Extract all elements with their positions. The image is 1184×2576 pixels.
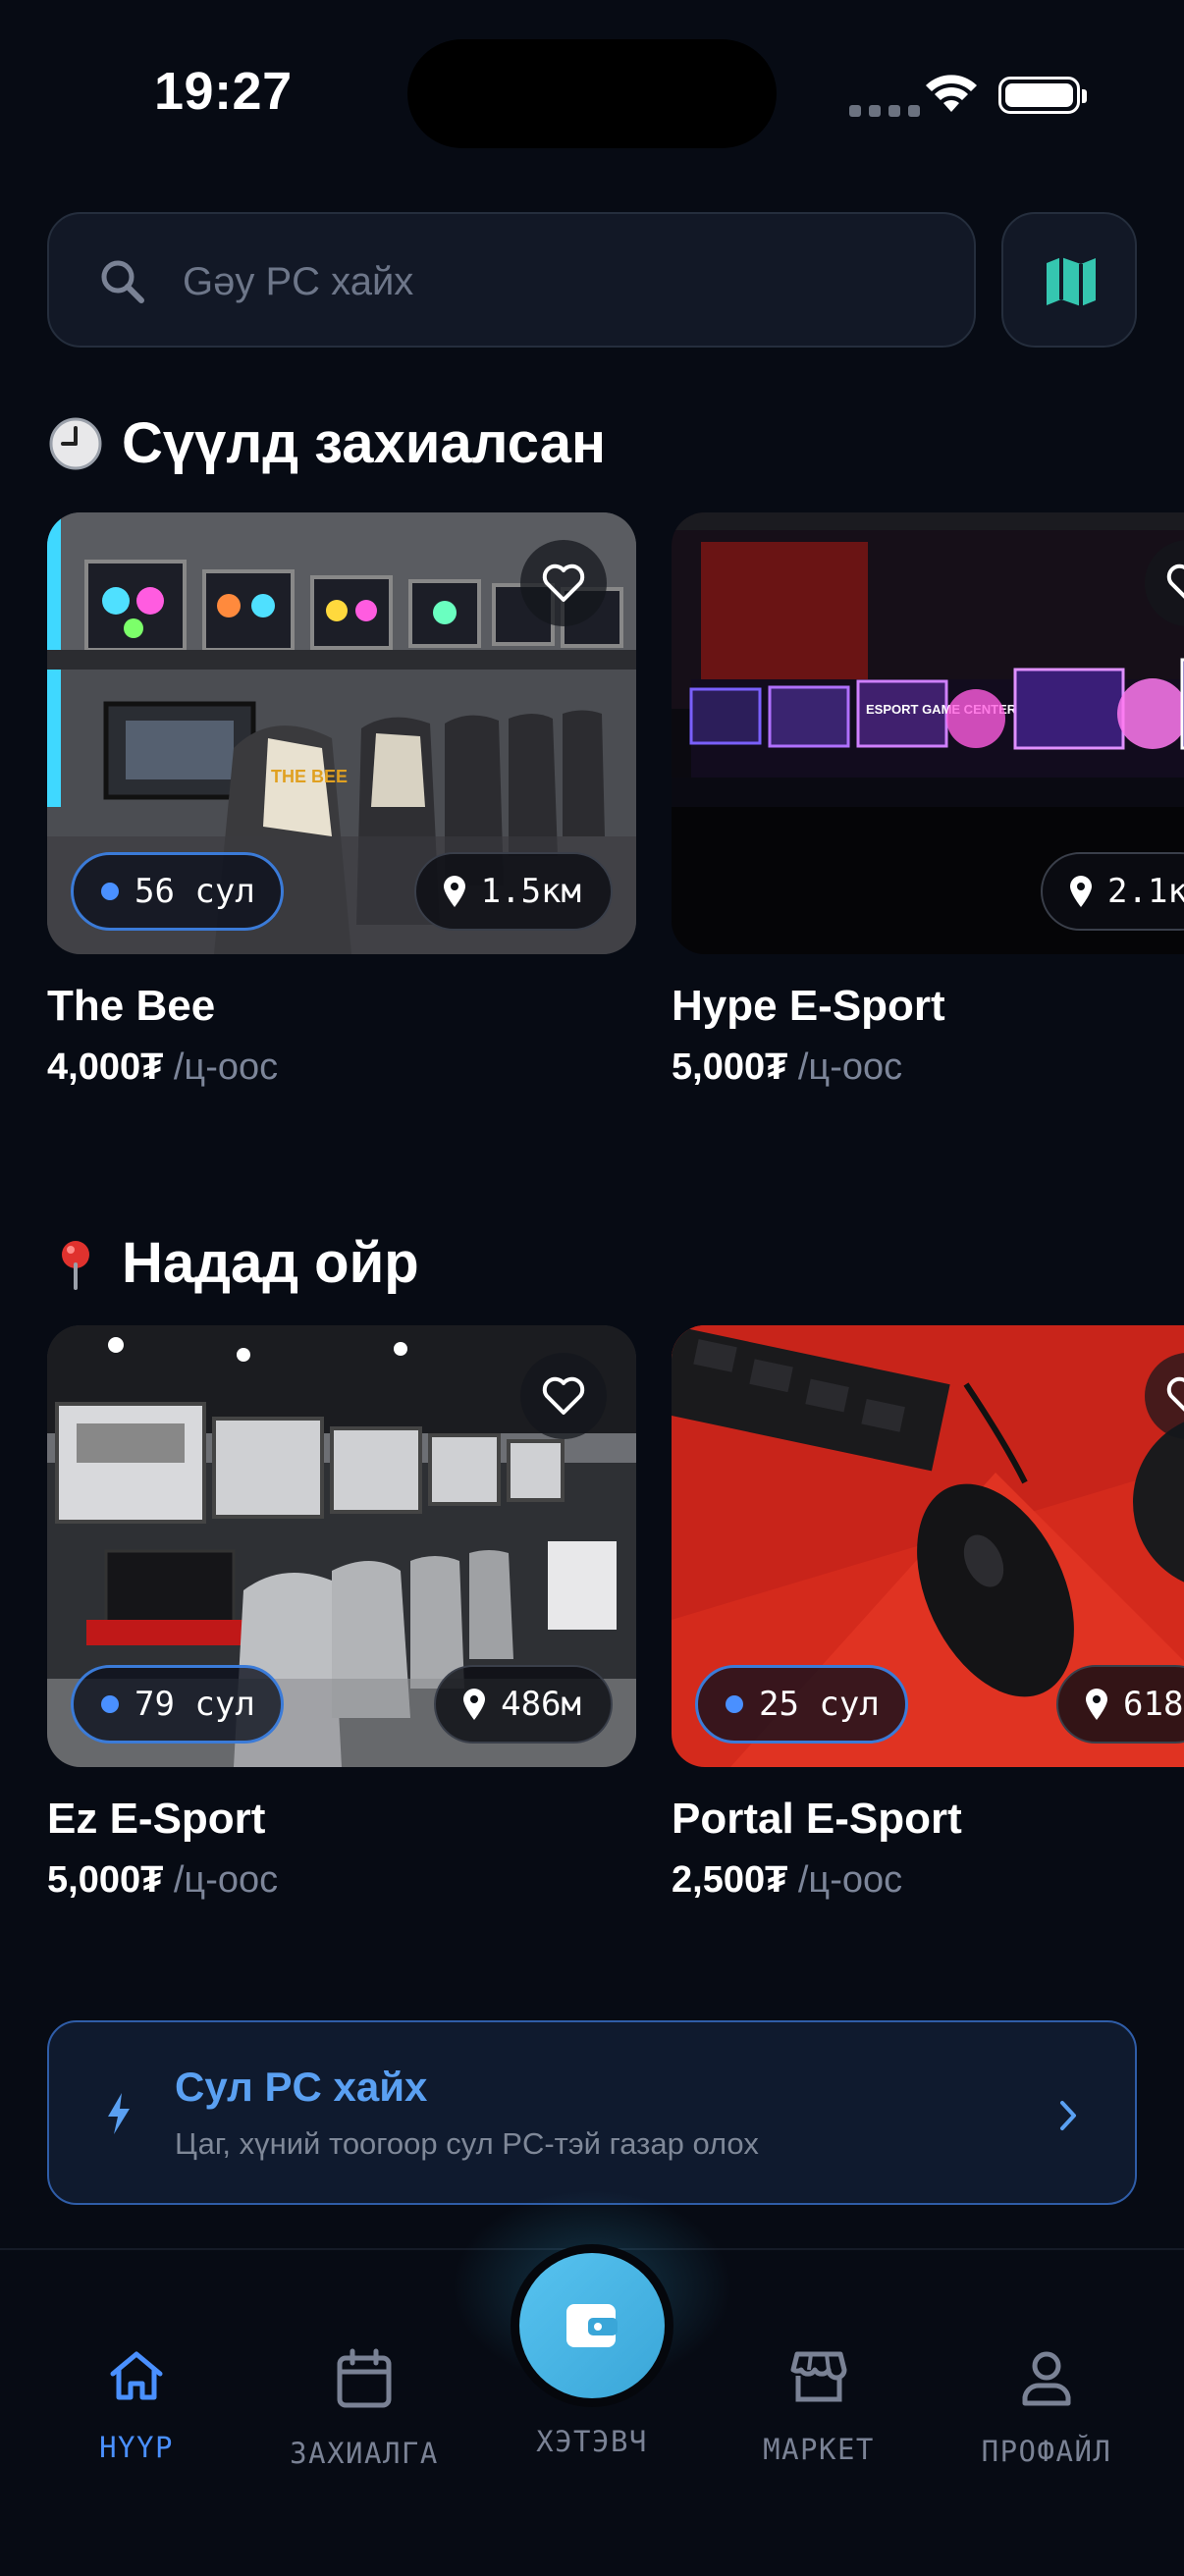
search-icon [101,260,144,303]
favorite-button[interactable] [520,540,607,626]
heart-icon [542,1376,585,1415]
chevron-right-icon [1060,2101,1076,2130]
free-pc-badge: 79 сул [71,1665,284,1744]
status-dot-icon [101,883,119,900]
search-bar[interactable] [47,212,976,348]
distance-badge: 618 [1056,1665,1184,1744]
status-dot-icon [101,1695,119,1713]
distance-badge: 486м [434,1665,613,1744]
battery-icon [998,77,1087,114]
venue-card[interactable]: ESPORT GAME CENTER 2.1к Hype E-Sport 5,0… [672,512,1184,1089]
venue-name: The Bee [47,982,216,1030]
tab-profile[interactable]: ПРОФАЙЛ [948,2348,1145,2468]
wifi-icon [926,75,977,112]
banner-title: Сул PC хайх [175,2064,428,2110]
venue-photo: THE BEE 56 сул 1.5км [47,512,636,954]
location-pin-icon [463,1689,486,1720]
venue-photo: ESPORT GAME CENTER 2.1к [672,512,1184,954]
nearby-cards-row[interactable]: 79 сул 486м Ez E-Sport 5,000₮ /ц-оос 25 … [0,1325,1184,1924]
status-time: 19:27 [154,62,293,121]
cellular-signal-icon [849,105,920,117]
tab-market[interactable]: МАРКЕТ [721,2348,917,2466]
distance-badge: 2.1к [1041,852,1184,931]
clock-emoji-icon [47,415,104,472]
tab-home[interactable]: НҮҮР [38,2348,235,2464]
pin-emoji-icon [47,1235,104,1292]
venue-photo: 25 сул 618 [672,1325,1184,1767]
venue-name: Hype E-Sport [672,982,945,1030]
location-pin-icon [1086,1689,1107,1720]
free-pc-badge: 25 сул [695,1665,908,1744]
store-icon [790,2351,847,2402]
user-icon [1022,2351,1071,2406]
venue-price: 5,000₮ /ц-оос [47,1859,279,1901]
map-button[interactable] [1001,212,1137,348]
calendar-icon [337,2348,392,2408]
tab-wallet-label: ХЭТЭВЧ [536,2425,648,2458]
tab-wallet[interactable] [511,2244,673,2407]
tab-bookings[interactable]: ЗАХИАЛГА [266,2348,462,2470]
section-title-recent: Сүүлд захиалсан [47,410,606,476]
status-dot-icon [726,1695,743,1713]
home-icon [110,2351,163,2400]
venue-card[interactable]: 25 сул 618 Portal E-Sport 2,500₮ /ц-оос [672,1325,1184,1902]
venue-name: Portal E-Sport [672,1795,962,1843]
heart-icon [1166,1376,1184,1412]
heart-icon [542,564,585,602]
venue-price: 2,500₮ /ц-оос [672,1859,903,1901]
section-title-nearby: Надад ойр [47,1230,419,1296]
favorite-button[interactable] [520,1353,607,1439]
venue-name: Ez E-Sport [47,1795,266,1843]
location-pin-icon [443,876,465,907]
venue-card[interactable]: 79 сул 486м Ez E-Sport 5,000₮ /ц-оос [47,1325,636,1902]
search-input[interactable] [181,243,950,320]
venue-price: 4,000₮ /ц-оос [47,1046,279,1088]
banner-subtitle: Цаг, хүний тоогоор сул PC-тэй газар олох [175,2126,759,2161]
map-icon [1047,257,1096,306]
recent-cards-row[interactable]: THE BEE 56 сул 1.5км The Bee 4,000₮ /ц-о… [0,512,1184,1111]
wallet-icon [566,2304,618,2347]
find-free-pc-banner[interactable]: Сул PC хайх Цаг, хүний тоогоор сул PC-тэ… [47,2020,1137,2205]
free-pc-badge: 56 сул [71,852,284,931]
lightning-icon [108,2093,130,2134]
venue-photo: 79 сул 486м [47,1325,636,1767]
venue-price: 5,000₮ /ц-оос [672,1046,903,1088]
venue-card[interactable]: THE BEE 56 сул 1.5км The Bee 4,000₮ /ц-о… [47,512,636,1089]
location-pin-icon [1070,876,1092,907]
distance-badge: 1.5км [413,852,613,931]
heart-icon [1166,564,1184,599]
svg-text:THE BEE: THE BEE [271,767,348,786]
dynamic-island [407,39,777,148]
